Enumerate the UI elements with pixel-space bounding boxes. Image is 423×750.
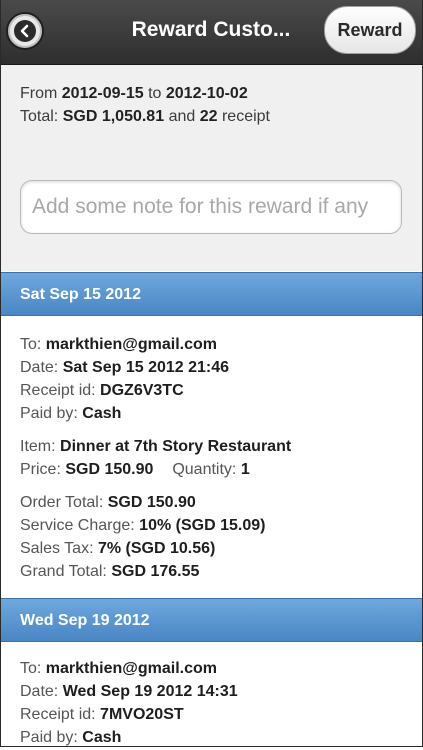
receipt-id-value: DGZ6V3TC — [100, 382, 184, 399]
page-title: Reward Custo... — [131, 18, 291, 41]
total-amount: SGD 1,050.81 — [62, 108, 165, 125]
sales-tax-value: 7% (SGD 10.56) — [97, 540, 216, 557]
paid-by-value: Cash — [82, 405, 122, 422]
service-charge-label: Service Charge: — [20, 517, 135, 534]
to-value: markthien@gmail.com — [45, 660, 217, 677]
date-value: Sat Sep 15 2012 21:46 — [62, 359, 230, 376]
reward-note-input[interactable] — [20, 180, 402, 234]
to-label: to — [148, 85, 162, 102]
receipt-id-value: 7MVO20ST — [100, 706, 184, 723]
receipt-date-row: Date: Wed Sep 19 2012 14:31 — [20, 681, 238, 703]
day-header-2: Wed Sep 19 2012 — [1, 598, 422, 642]
quantity-label: Quantity: — [172, 461, 237, 478]
receipt-id-label: Receipt id: — [20, 706, 96, 723]
from-label: From — [20, 85, 58, 102]
to-date: 2012-10-02 — [165, 85, 248, 102]
date-value: Wed Sep 19 2012 14:31 — [62, 683, 238, 700]
paid-by-label: Paid by: — [20, 729, 78, 746]
sales-tax-label: Sales Tax: — [20, 540, 94, 557]
to-value: markthien@gmail.com — [45, 336, 217, 353]
quantity-value: 1 — [240, 461, 250, 478]
receipt-id-row: Receipt id: 7MVO20ST — [20, 704, 184, 726]
receipt-item-row: Item: Dinner at 7th Story Restaurant — [20, 436, 291, 458]
paid-by-value: Cash — [82, 729, 122, 746]
receipt-id-row: Receipt id: DGZ6V3TC — [20, 380, 184, 402]
reward-button[interactable]: Reward — [324, 6, 416, 54]
grand-total-value: SGD 176.55 — [111, 563, 200, 580]
item-label: Item: — [20, 438, 56, 455]
order-total-value: SGD 150.90 — [107, 494, 196, 511]
item-value: Dinner at 7th Story Restaurant — [60, 438, 292, 455]
to-label: To: — [20, 336, 42, 353]
receipt-order-total-row: Order Total: SGD 150.90 — [20, 492, 196, 514]
price-label: Price: — [20, 461, 61, 478]
nav-bar: Reward Custo... Reward — [1, 0, 422, 65]
back-chevron-icon — [14, 20, 36, 42]
price-value: SGD 150.90 — [65, 461, 154, 478]
receipt-label: receipt — [221, 108, 270, 125]
receipt-id-label: Receipt id: — [20, 382, 96, 399]
receipt-count: 22 — [199, 108, 218, 125]
app-screen: Reward Custo... Reward From 2012-09-15 t… — [0, 0, 423, 747]
summary-panel: From 2012-09-15 to 2012-10-02 Total: SGD… — [1, 65, 422, 271]
receipt-date-row: Date: Sat Sep 15 2012 21:46 — [20, 357, 229, 379]
receipt-sales-tax-row: Sales Tax: 7% (SGD 10.56) — [20, 538, 215, 560]
paid-by-label: Paid by: — [20, 405, 78, 422]
receipt-grand-total-row: Grand Total: SGD 176.55 — [20, 561, 199, 583]
total-label: Total: — [20, 108, 59, 125]
receipt-service-charge-row: Service Charge: 10% (SGD 15.09) — [20, 515, 265, 537]
day-header-1: Sat Sep 15 2012 — [1, 272, 422, 316]
service-charge-value: 10% (SGD 15.09) — [139, 517, 266, 534]
from-date: 2012-09-15 — [61, 85, 144, 102]
receipt-paid-by-row: Paid by: Cash — [20, 727, 122, 746]
date-label: Date: — [20, 359, 59, 376]
date-range-line: From 2012-09-15 to 2012-10-02 — [20, 85, 248, 103]
and-label: and — [168, 108, 196, 125]
total-line: Total: SGD 1,050.81 and 22 receipt — [20, 108, 270, 126]
date-label: Date: — [20, 683, 59, 700]
order-total-label: Order Total: — [20, 494, 104, 511]
receipt-to-row: To: markthien@gmail.com — [20, 658, 217, 680]
grand-total-label: Grand Total: — [20, 563, 107, 580]
receipt-price-row: Price: SGD 150.90 Quantity: 1 — [20, 459, 250, 481]
receipt-to-row: To: markthien@gmail.com — [20, 334, 217, 356]
back-button[interactable] — [6, 12, 44, 50]
receipt-paid-by-row: Paid by: Cash — [20, 403, 121, 425]
to-label: To: — [20, 660, 42, 677]
